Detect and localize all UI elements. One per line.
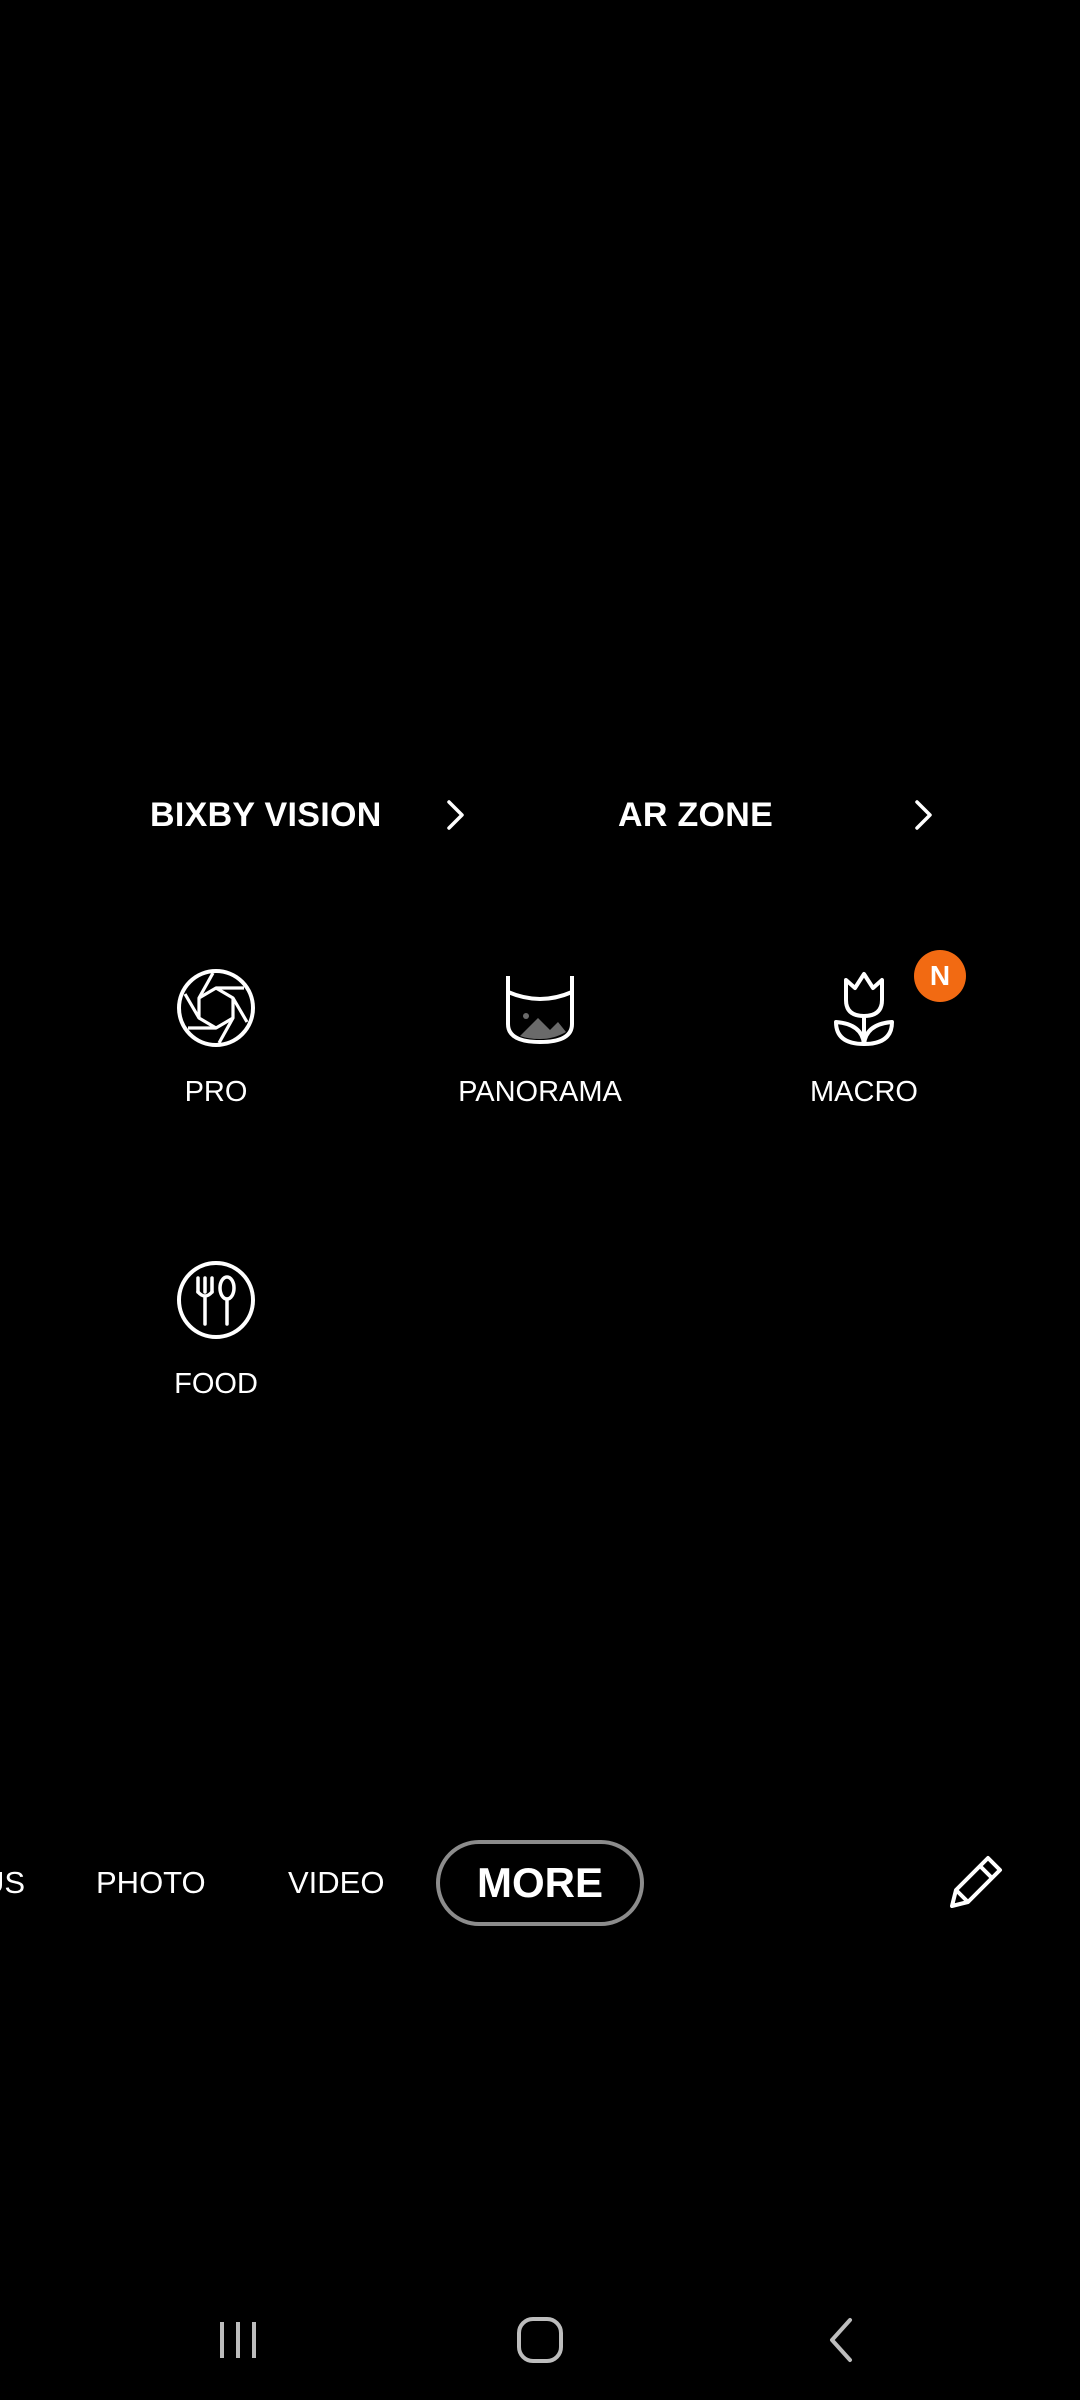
- mode-tab-video[interactable]: VIDEO: [288, 1840, 384, 1926]
- mode-label: FOOD: [174, 1368, 258, 1400]
- recents-button[interactable]: [178, 2300, 298, 2380]
- mode-food[interactable]: FOOD: [66, 1258, 366, 1401]
- mode-label: MACRO: [810, 1076, 918, 1108]
- bixby-vision-shortcut[interactable]: BIXBY VISION: [150, 780, 480, 850]
- mode-tab-label: PHOTO: [96, 1865, 206, 1900]
- mode-tab-label: MORE: [477, 1859, 603, 1906]
- mode-label: PANORAMA: [458, 1076, 622, 1108]
- mode-panorama[interactable]: PANORAMA: [390, 966, 690, 1109]
- mode-tab-label: US: [0, 1865, 26, 1900]
- fork-spoon-icon: [177, 1261, 255, 1339]
- mode-label: PRO: [184, 1076, 248, 1108]
- aperture-icon: [177, 969, 255, 1047]
- mode-tab-more[interactable]: MORE: [436, 1840, 644, 1926]
- new-badge: N: [914, 950, 966, 1002]
- back-button[interactable]: [782, 2300, 902, 2380]
- home-icon: [517, 2317, 563, 2363]
- bixby-vision-label: BIXBY VISION: [150, 795, 382, 834]
- back-icon: [830, 2318, 852, 2362]
- mode-tab-label: VIDEO: [288, 1865, 385, 1900]
- ar-zone-label: AR ZONE: [618, 795, 774, 834]
- tulip-icon: [834, 972, 894, 1046]
- mode-tab-partial[interactable]: US: [0, 1840, 25, 1926]
- chevron-right-icon[interactable]: [906, 798, 940, 832]
- pencil-icon[interactable]: [940, 1848, 1010, 1918]
- mode-tab-photo[interactable]: PHOTO: [96, 1840, 206, 1926]
- mode-macro[interactable]: MACRO: [714, 966, 1014, 1109]
- recents-icon: [220, 2322, 256, 2358]
- ar-zone-shortcut[interactable]: AR ZONE: [618, 780, 948, 850]
- chevron-right-icon[interactable]: [438, 798, 472, 832]
- panorama-icon: [506, 976, 574, 1044]
- home-button[interactable]: [480, 2300, 600, 2380]
- mode-pro[interactable]: PRO: [66, 966, 366, 1109]
